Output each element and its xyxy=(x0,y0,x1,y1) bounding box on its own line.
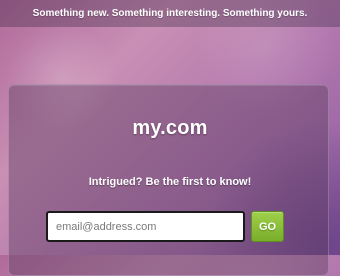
announcement-text: Something new. Something interesting. So… xyxy=(32,8,308,19)
top-announcement-bar: Something new. Something interesting. So… xyxy=(0,0,340,27)
signup-heading: Intrigued? Be the first to know! xyxy=(88,176,252,188)
go-button[interactable]: GO xyxy=(251,211,284,242)
email-input[interactable] xyxy=(46,211,245,242)
brand-title: my.com xyxy=(132,117,208,139)
